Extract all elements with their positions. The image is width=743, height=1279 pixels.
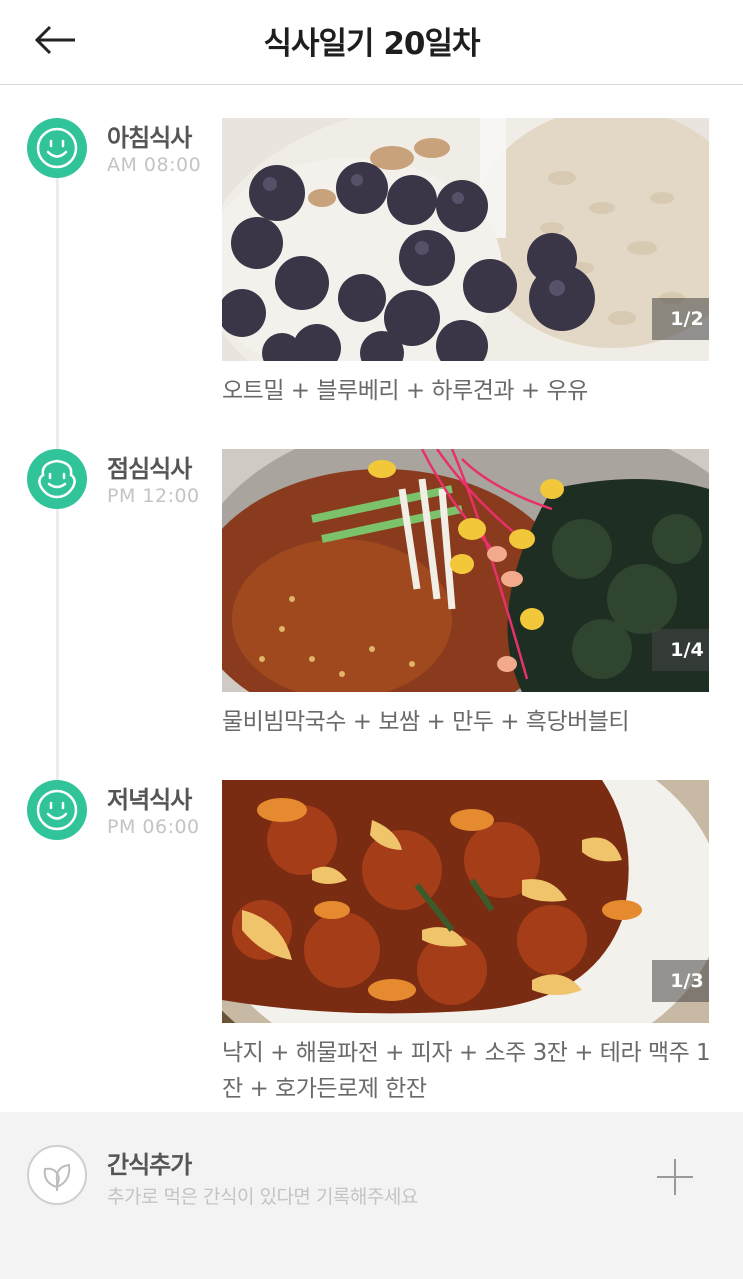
app-header: 식사일기 20일차 (0, 0, 743, 85)
meal-description: 낙지 + 해물파전 + 피자 + 소주 3잔 + 테라 맥주 1잔 + 호가든로… (222, 1040, 711, 1102)
snack-subtitle: 추가로 먹은 간식이 있다면 기록해주세요 (107, 1186, 418, 1208)
oatmeal-blueberry-photo (222, 118, 709, 361)
meal-time: AM 08:00 (107, 154, 202, 176)
smile-face-icon (36, 789, 78, 831)
meal-name: 저녁식사 (107, 786, 192, 814)
photo-counter: 1/3 (652, 960, 709, 1002)
chubby-face-icon (38, 459, 76, 499)
meal-mood-icon[interactable] (27, 449, 87, 509)
meal-photo[interactable]: 1/4 (222, 449, 709, 692)
photo-counter: 1/2 (652, 298, 709, 340)
spicy-octopus-photo (222, 780, 709, 1023)
meal-description: 물비빔막국수 + 보쌈 + 만두 + 흑당버블티 (222, 709, 630, 735)
meal-description: 오트밀 + 블루베리 + 하루견과 + 우유 (222, 378, 588, 404)
page-title: 식사일기 20일차 (263, 26, 480, 62)
add-snack-bar[interactable]: 간식추가 추가로 먹은 간식이 있다면 기록해주세요 (0, 1112, 743, 1279)
leaf-icon (43, 1163, 71, 1191)
meal-mood-icon[interactable] (27, 118, 87, 178)
photo-counter: 1/4 (652, 629, 709, 671)
meal-time: PM 12:00 (107, 485, 200, 507)
meal-photo[interactable]: 1/3 (222, 780, 709, 1023)
add-snack-button[interactable] (655, 1157, 695, 1197)
smile-face-icon (36, 127, 78, 169)
snack-title: 간식추가 (107, 1151, 192, 1179)
cold-noodle-photo (222, 449, 709, 692)
meal-name: 아침식사 (107, 124, 192, 152)
meal-mood-icon[interactable] (27, 780, 87, 840)
snack-icon-badge (27, 1145, 87, 1205)
meal-name: 점심식사 (107, 455, 192, 483)
plus-icon (657, 1159, 693, 1195)
meal-photo[interactable]: 1/2 (222, 118, 709, 361)
meal-time: PM 06:00 (107, 816, 200, 838)
